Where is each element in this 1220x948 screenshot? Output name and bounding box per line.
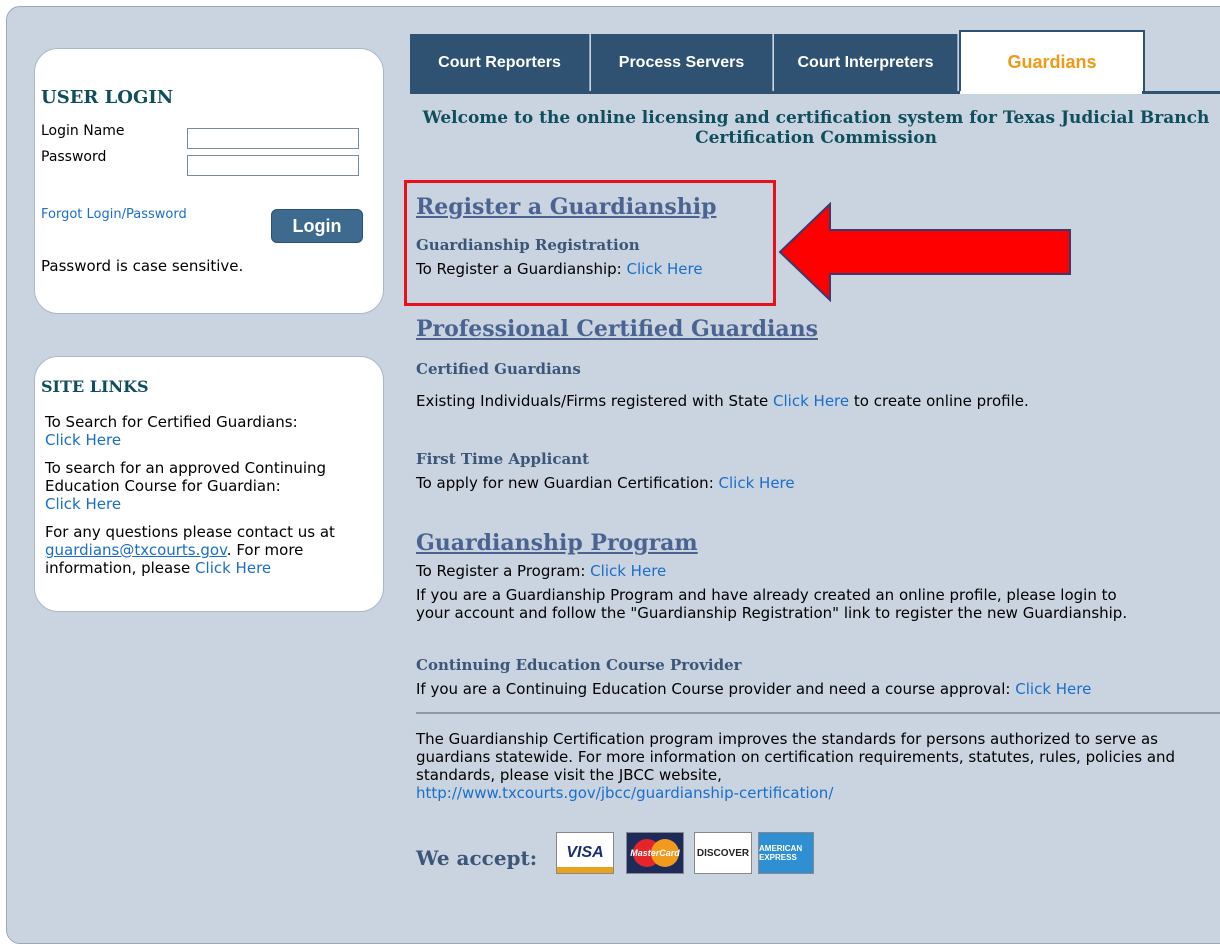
discover-card-icon: DISCOVER	[694, 832, 752, 874]
contact-email-link[interactable]: guardians@txcourts.gov	[45, 541, 227, 559]
register-program-text: To Register a Program:	[416, 562, 586, 580]
login-name-label: Login Name	[41, 123, 125, 139]
register-click-here-link[interactable]: Click Here	[627, 260, 703, 278]
guardianship-program-heading[interactable]: Guardianship Program	[416, 530, 698, 556]
existing-firms-text: Existing Individuals/Firms registered wi…	[416, 392, 769, 410]
search-course-text: To search for an approved Continuing Edu…	[45, 459, 327, 495]
program-info-line-2: your account and follow the "Guardianshi…	[416, 604, 1128, 622]
welcome-message: Welcome to the online licensing and cert…	[422, 108, 1210, 148]
red-arrow-icon	[778, 202, 1071, 302]
search-guardians-link[interactable]: Click Here	[45, 431, 121, 449]
tab-court-reporters[interactable]: Court Reporters	[410, 34, 590, 92]
more-info-link[interactable]: Click Here	[195, 559, 271, 577]
password-note: Password is case sensitive.	[41, 257, 244, 275]
mastercard-text: MasterCard	[630, 848, 680, 858]
ce-provider-text: If you are a Continuing Education Course…	[416, 680, 1011, 698]
login-button[interactable]: Login	[271, 209, 363, 243]
search-guardians-text: To Search for Certified Guardians:	[45, 413, 298, 431]
site-links-title: SITE LINKS	[41, 377, 149, 396]
tab-guardians[interactable]: Guardians	[959, 30, 1145, 92]
category-tabs: Court Reporters Process Servers Court In…	[410, 30, 1220, 92]
tab-process-servers[interactable]: Process Servers	[591, 34, 773, 92]
contact-text: For any questions please contact us at	[45, 523, 335, 541]
footer-paragraph: The Guardianship Certification program i…	[416, 730, 1216, 802]
password-label: Password	[41, 149, 107, 165]
professional-guardians-heading[interactable]: Professional Certified Guardians	[416, 316, 818, 342]
register-program-line: To Register a Program: Click Here	[416, 562, 666, 580]
login-name-input[interactable]	[187, 128, 359, 149]
existing-firms-line: Existing Individuals/Firms registered wi…	[416, 392, 1029, 410]
amex-card-icon: AMERICAN EXPRESS	[758, 832, 814, 874]
existing-firms-link[interactable]: Click Here	[773, 392, 849, 410]
ce-provider-subheading: Continuing Education Course Provider	[416, 656, 742, 674]
forgot-login-link[interactable]: Forgot Login/Password	[41, 207, 187, 222]
search-guardians-item: To Search for Certified Guardians: Click…	[45, 413, 375, 449]
site-links-body: To Search for Certified Guardians: Click…	[45, 413, 375, 587]
ce-provider-link[interactable]: Click Here	[1015, 680, 1091, 698]
we-accept-label: We accept:	[416, 846, 538, 870]
first-time-text: To apply for new Guardian Certification:	[416, 474, 714, 492]
user-login-panel: USER LOGIN Login Name Password Forgot Lo…	[34, 48, 384, 314]
tab-court-interpreters[interactable]: Court Interpreters	[774, 34, 958, 92]
contact-item: For any questions please contact us at g…	[45, 523, 375, 577]
mastercard-icon: MasterCard	[626, 832, 684, 874]
register-text: To Register a Guardianship:	[416, 260, 622, 278]
first-time-line: To apply for new Guardian Certification:…	[416, 474, 795, 492]
search-course-item: To search for an approved Continuing Edu…	[45, 459, 375, 513]
register-program-link[interactable]: Click Here	[590, 562, 666, 580]
search-course-link[interactable]: Click Here	[45, 495, 121, 513]
site-links-panel: SITE LINKS To Search for Certified Guard…	[34, 356, 384, 612]
guardianship-registration-subheading: Guardianship Registration	[416, 236, 640, 254]
first-time-link[interactable]: Click Here	[719, 474, 795, 492]
password-input[interactable]	[187, 155, 359, 176]
user-login-title: USER LOGIN	[41, 87, 174, 108]
active-tab-gap	[960, 91, 1142, 94]
first-time-applicant-subheading: First Time Applicant	[416, 450, 590, 468]
ce-provider-line: If you are a Continuing Education Course…	[416, 680, 1091, 698]
existing-firms-after: to create online profile.	[853, 392, 1029, 410]
register-guardianship-heading[interactable]: Register a Guardianship	[416, 194, 716, 220]
register-line: To Register a Guardianship: Click Here	[416, 260, 703, 278]
program-info-line-1: If you are a Guardianship Program and ha…	[416, 586, 1117, 604]
jbcc-website-link[interactable]: http://www.txcourts.gov/jbcc/guardianshi…	[416, 784, 833, 802]
visa-card-icon: VISA	[556, 832, 614, 874]
footer-text: The Guardianship Certification program i…	[416, 730, 1176, 784]
section-divider	[416, 712, 1220, 714]
certified-guardians-subheading: Certified Guardians	[416, 360, 581, 378]
